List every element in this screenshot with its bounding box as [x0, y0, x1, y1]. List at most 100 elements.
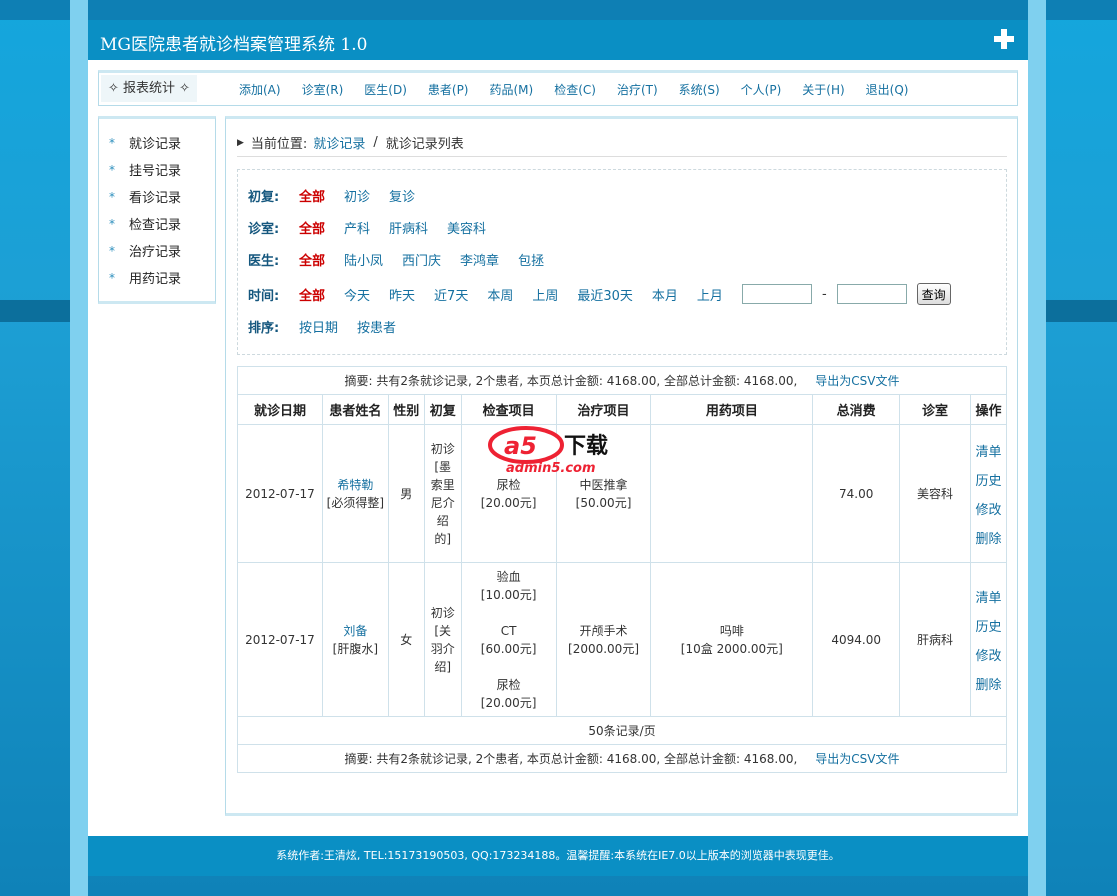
summary-row: 摘要: 共有2条就诊记录, 2个患者, 本页总计金额: 4168.00, 全部总… — [237, 744, 1007, 773]
breadcrumb-prefix: 当前位置: — [250, 137, 308, 152]
filter-option[interactable]: 按患者 — [357, 317, 396, 336]
cell-gender: 男 — [387, 424, 425, 563]
filter-option[interactable]: 全部 — [299, 285, 325, 304]
patient-name-link[interactable]: 刘备 — [323, 622, 388, 640]
filter-label: 诊室: — [248, 222, 280, 237]
sidebar-item[interactable]: * 看诊记录 — [109, 187, 181, 207]
menu-item[interactable]: 诊室(R) — [302, 81, 344, 98]
filter-option[interactable]: 近7天 — [434, 285, 468, 304]
filter-option[interactable]: 陆小凤 — [344, 250, 383, 269]
table-header-row: 就诊日期 患者姓名 性别 初复 检查项目 治疗项目 用药项目 总消费 诊室 操作 — [237, 394, 1008, 425]
op-link[interactable]: 修改 — [971, 499, 1006, 518]
summary-text: 摘要: 共有2条就诊记录, 2个患者, 本页总计金额: 4168.00, 全部总… — [344, 752, 798, 766]
star-icon: * — [109, 270, 115, 285]
filter-option[interactable]: 初诊 — [344, 186, 370, 205]
cell-ops: 清单 历史 修改 删除 — [969, 424, 1008, 563]
date-to-input[interactable] — [836, 284, 907, 304]
op-link[interactable]: 删除 — [971, 528, 1006, 547]
op-link[interactable]: 删除 — [971, 674, 1006, 693]
menu-items: 添加(A) 诊室(R) 医生(D) 患者(P) 药品(M) 检查(C) 治疗(T) 系统(S)… — [239, 73, 929, 106]
treatment-name: 开颅手术 — [579, 623, 628, 638]
plus-icon[interactable] — [994, 29, 1014, 49]
filter-option[interactable]: 本周 — [487, 285, 513, 304]
star-icon: * — [109, 135, 115, 150]
sidebar-item[interactable]: * 治疗记录 — [109, 241, 181, 261]
report-stats-menu[interactable]: ✧ 报表统计 ✧ — [101, 75, 197, 102]
sidebar: * 就诊记录 * 挂号记录 * 看诊记录 * 检查记录 * 治疗记录 * 用药记录 — [98, 116, 216, 304]
op-link[interactable]: 修改 — [971, 645, 1006, 664]
column-header: 检查项目 — [460, 394, 557, 425]
op-link[interactable]: 历史 — [971, 470, 1006, 489]
menu-item[interactable]: 添加(A) — [239, 81, 281, 98]
pager-cell: 50条记录/页 — [237, 716, 1007, 745]
sidebar-item[interactable]: * 就诊记录 — [109, 133, 181, 153]
sidebar-item-label: 用药记录 — [129, 272, 182, 287]
breadcrumb-link[interactable]: 就诊记录 — [313, 133, 365, 152]
sidebar-item[interactable]: * 检查记录 — [109, 214, 181, 234]
menu-item[interactable]: 关于(H) — [802, 81, 844, 98]
filter-option[interactable]: 李鸿章 — [460, 250, 499, 269]
check-price: [10.00元] — [480, 587, 537, 602]
filter-option[interactable]: 今天 — [344, 285, 370, 304]
filter-option[interactable]: 复诊 — [389, 186, 415, 205]
check-price: [20.00元] — [480, 495, 537, 510]
filter-option[interactable]: 本月 — [652, 285, 678, 304]
column-header: 用药项目 — [650, 394, 814, 425]
check-name: 尿检 — [496, 477, 521, 492]
cell-ops: 清单 历史 修改 删除 — [969, 562, 1008, 717]
table-row: 2012-07-17 刘备 [肝腹水] 女初诊 [关羽介绍] 验血 [10.00元] CT [6… — [237, 562, 1008, 717]
op-link[interactable]: 清单 — [971, 587, 1006, 606]
filter-doctor: 医生: 全部 陆小凤 西门庆 李鸿章 包拯 — [248, 250, 563, 269]
filter-option[interactable]: 最近30天 — [577, 285, 633, 304]
filter-option[interactable]: 西门庆 — [402, 250, 441, 269]
triangle-right-icon: ▶ — [237, 137, 244, 148]
sidebar-item[interactable]: * 用药记录 — [109, 268, 182, 288]
date-from-input[interactable] — [741, 284, 812, 304]
op-link[interactable]: 清单 — [971, 441, 1006, 460]
export-csv-link[interactable]: 导出为CSV文件 — [815, 374, 899, 388]
menu-item[interactable]: 退出(Q) — [866, 81, 909, 98]
filter-option[interactable]: 肝病科 — [389, 218, 428, 237]
cell-visit-type: 初诊 [关羽介绍] — [423, 562, 462, 717]
menu-item[interactable]: 系统(S) — [679, 81, 720, 98]
filter-option[interactable]: 上月 — [697, 285, 723, 304]
filter-option[interactable]: 包拯 — [518, 250, 544, 269]
patient-name-link[interactable]: 希特勒 — [323, 476, 388, 494]
drug-name: 吗啡 — [719, 623, 744, 638]
cell-gender: 女 — [387, 562, 425, 717]
star-icon: * — [109, 243, 115, 258]
filter-label: 排序: — [248, 321, 280, 336]
menu-item[interactable]: 个人(P) — [741, 81, 782, 98]
filter-label: 初复: — [248, 190, 280, 205]
check-price: [20.00元] — [480, 695, 537, 710]
op-link[interactable]: 历史 — [971, 616, 1006, 635]
menu-item[interactable]: 药品(M) — [490, 81, 534, 98]
menu-bar: ✧ 报表统计 ✧ 添加(A) 诊室(R) 医生(D) 患者(P) 药品(M) 检查(C) 治… — [98, 70, 1018, 106]
filter-option[interactable]: 全部 — [299, 186, 325, 205]
summary-cell: 摘要: 共有2条就诊记录, 2个患者, 本页总计金额: 4168.00, 全部总… — [237, 366, 1007, 395]
svg-text:admin5.com: admin5.com — [506, 461, 596, 475]
filter-option[interactable]: 产科 — [344, 218, 370, 237]
visit-note: [墨索里尼介绍的] — [430, 459, 455, 546]
menu-item[interactable]: 治疗(T) — [617, 81, 658, 98]
check-item: 验血 [10.00元] — [462, 568, 556, 604]
app-title: MG医院患者就诊档案管理系统 1.0 — [100, 35, 368, 55]
filter-visit-type: 初复: 全部 初诊 复诊 — [248, 186, 434, 205]
filter-option[interactable]: 美容科 — [447, 218, 486, 237]
filter-option[interactable]: 全部 — [299, 250, 325, 269]
filter-option[interactable]: 按日期 — [299, 317, 338, 336]
cell-drugs: 吗啡 [10盒 2000.00元] — [650, 562, 814, 717]
menu-item[interactable]: 医生(D) — [364, 81, 407, 98]
filter-option[interactable]: 昨天 — [389, 285, 415, 304]
menu-item[interactable]: 患者(P) — [428, 81, 469, 98]
sidebar-item[interactable]: * 挂号记录 — [109, 160, 181, 180]
pager-row: 50条记录/页 — [237, 716, 1007, 745]
query-button[interactable]: 查询 — [916, 283, 951, 305]
filter-option[interactable]: 上周 — [532, 285, 558, 304]
menu-item[interactable]: 检查(C) — [554, 81, 596, 98]
summary-text: 摘要: 共有2条就诊记录, 2个患者, 本页总计金额: 4168.00, 全部总… — [344, 374, 798, 388]
filter-option[interactable]: 全部 — [299, 218, 325, 237]
visit-type: 初诊 — [430, 441, 455, 456]
export-csv-link[interactable]: 导出为CSV文件 — [815, 752, 899, 766]
filter-sort: 排序: 按日期 按患者 — [248, 317, 415, 336]
